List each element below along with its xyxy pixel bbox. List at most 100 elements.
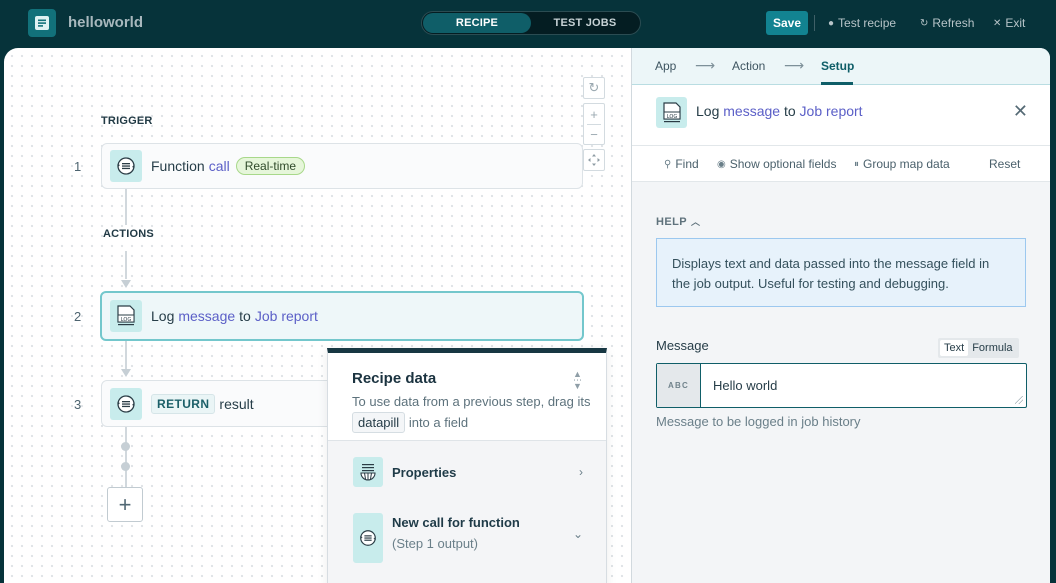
step-title-keyword: call	[208, 158, 230, 174]
recipe-data-panel: Recipe data ▲ ⋯ ▼ To use data from a previ…	[327, 348, 607, 583]
step-title: RETURN result	[151, 393, 254, 414]
divider	[587, 123, 601, 125]
step-number: 2	[74, 309, 82, 324]
tab-test-jobs[interactable]: TEST JOBS	[531, 13, 639, 33]
recipe-name[interactable]: helloworld	[68, 14, 143, 31]
group-map-data-button[interactable]: ⏸ Group map data	[854, 157, 950, 171]
save-button[interactable]: Save	[766, 11, 808, 35]
log-icon: LOG	[656, 97, 687, 128]
connector-line	[125, 341, 127, 369]
return-badge: RETURN	[151, 393, 216, 414]
step-title-text: result	[219, 395, 254, 412]
recipe-data-item-function-call[interactable]: New call for function (Step 1 output) ⌄	[353, 513, 583, 563]
arrow-right-icon: ⟶	[695, 57, 716, 73]
view-switcher: RECIPE TEST JOBS	[421, 11, 641, 35]
properties-icon	[353, 457, 383, 487]
resize-grip-icon[interactable]	[1015, 396, 1023, 404]
step-title-keyword2: Job report	[254, 308, 318, 324]
step-title-prefix: Log	[151, 308, 175, 324]
recipe-data-item-properties[interactable]: Properties ›	[353, 457, 583, 487]
step-title-keyword: message	[178, 308, 236, 324]
description-text: into a field	[408, 415, 469, 430]
message-input[interactable]	[701, 364, 1026, 407]
connector-line	[125, 189, 127, 225]
tab-recipe[interactable]: RECIPE	[423, 13, 531, 33]
wizard-tab-action[interactable]: Action	[732, 59, 765, 73]
connector-dot	[121, 442, 130, 451]
function-call-icon	[353, 513, 383, 563]
show-optional-fields-button[interactable]: ◉ Show optional fields	[717, 157, 836, 171]
add-step-button[interactable]: +	[107, 487, 143, 522]
help-toggle[interactable]: HELP ︿	[656, 215, 700, 228]
connector-dot	[121, 462, 130, 471]
realtime-badge: Real-time	[235, 157, 306, 175]
title-keyword: message	[723, 103, 781, 119]
reset-button[interactable]: Reset	[989, 157, 1020, 171]
title-keyword2: Job report	[799, 103, 863, 119]
connector-line	[125, 251, 127, 279]
title-middle: to	[783, 103, 796, 119]
arrow-right-icon: ⟶	[784, 57, 805, 73]
mode-text[interactable]: Text	[940, 340, 969, 356]
reset-icon: ↻	[588, 80, 600, 95]
recipe-canvas[interactable]: TRIGGER 1 Function call Real-time ACTION…	[4, 48, 631, 583]
step-header: LOG Log message to Job report ✕	[632, 85, 1050, 146]
item-label: Properties	[392, 464, 457, 480]
reset-view-button[interactable]: ↻	[583, 77, 605, 99]
zoom-controls: + −	[583, 103, 605, 145]
log-icon: LOG	[110, 300, 142, 332]
close-panel-button[interactable]: ✕	[1013, 101, 1028, 122]
refresh-icon: ↻	[920, 17, 929, 29]
resize-handle-icon[interactable]: ▲ ⋯ ▼	[573, 370, 582, 391]
chevron-down-icon: ⌄	[572, 527, 583, 541]
step-header-title: Log message to Job report	[696, 103, 863, 119]
recipe-data-header: Recipe data ▲ ⋯ ▼ To use data from a previ…	[328, 353, 606, 441]
recipe-logo-icon	[28, 9, 56, 37]
step-title-middle: to	[239, 308, 251, 324]
test-icon: ●	[828, 17, 835, 29]
step-title: Log message to Job report	[151, 308, 318, 324]
fit-view-button[interactable]	[583, 149, 605, 171]
search-icon: ⚲	[664, 158, 672, 170]
refresh-label: Refresh	[932, 16, 975, 30]
test-recipe-button[interactable]: ● Test recipe	[828, 16, 896, 30]
step-title: Function call Real-time	[151, 157, 306, 175]
chevron-right-icon: ›	[579, 465, 583, 479]
refresh-button[interactable]: ↻ Refresh	[920, 16, 974, 30]
svg-text:LOG: LOG	[666, 113, 677, 119]
zoom-in-button[interactable]: +	[590, 107, 598, 122]
group-map-icon: ⏸	[854, 158, 859, 170]
wizard-tabs: App ⟶ Action ⟶ Setup	[632, 48, 1050, 85]
step-2-log-message[interactable]: LOG Log message to Job report	[100, 291, 584, 341]
message-field-label: Message	[656, 338, 709, 353]
find-label: Find	[675, 157, 699, 171]
help-text-box: Displays text and data passed into the m…	[656, 238, 1026, 307]
function-call-icon	[110, 150, 142, 182]
exit-button[interactable]: ✕ Exit	[993, 16, 1025, 30]
recipe-data-title: Recipe data	[352, 370, 437, 387]
step-1-trigger[interactable]: Function call Real-time	[101, 143, 583, 189]
divider	[814, 15, 815, 31]
mode-formula[interactable]: Formula	[968, 340, 1016, 356]
eye-icon: ◉	[717, 158, 726, 170]
item-sublabel: (Step 1 output)	[392, 536, 478, 551]
arrow-down-icon	[121, 280, 131, 288]
arrow-down-icon	[121, 369, 131, 377]
find-button[interactable]: ⚲ Find	[664, 157, 699, 171]
optional-fields-label: Show optional fields	[729, 157, 837, 171]
step-number: 3	[74, 397, 82, 412]
datapill-example: datapill	[352, 412, 406, 433]
zoom-out-button[interactable]: −	[590, 127, 598, 142]
field-toolbar: ⚲ Find ◉ Show optional fields ⏸ Group ma…	[632, 146, 1050, 182]
group-map-label: Group map data	[863, 157, 950, 171]
close-icon: ✕	[993, 17, 1002, 29]
actions-section-label: ACTIONS	[103, 228, 154, 240]
wizard-tab-app[interactable]: App	[655, 59, 676, 73]
trigger-section-label: TRIGGER	[101, 115, 153, 127]
function-return-icon	[110, 387, 142, 420]
wizard-tab-setup[interactable]: Setup	[821, 59, 854, 73]
reset-label: Reset	[989, 157, 1021, 171]
step-config-panel: App ⟶ Action ⟶ Setup LOG Log message to …	[631, 48, 1050, 583]
chevron-up-icon: ︿	[690, 217, 701, 227]
connector-line	[125, 427, 127, 487]
